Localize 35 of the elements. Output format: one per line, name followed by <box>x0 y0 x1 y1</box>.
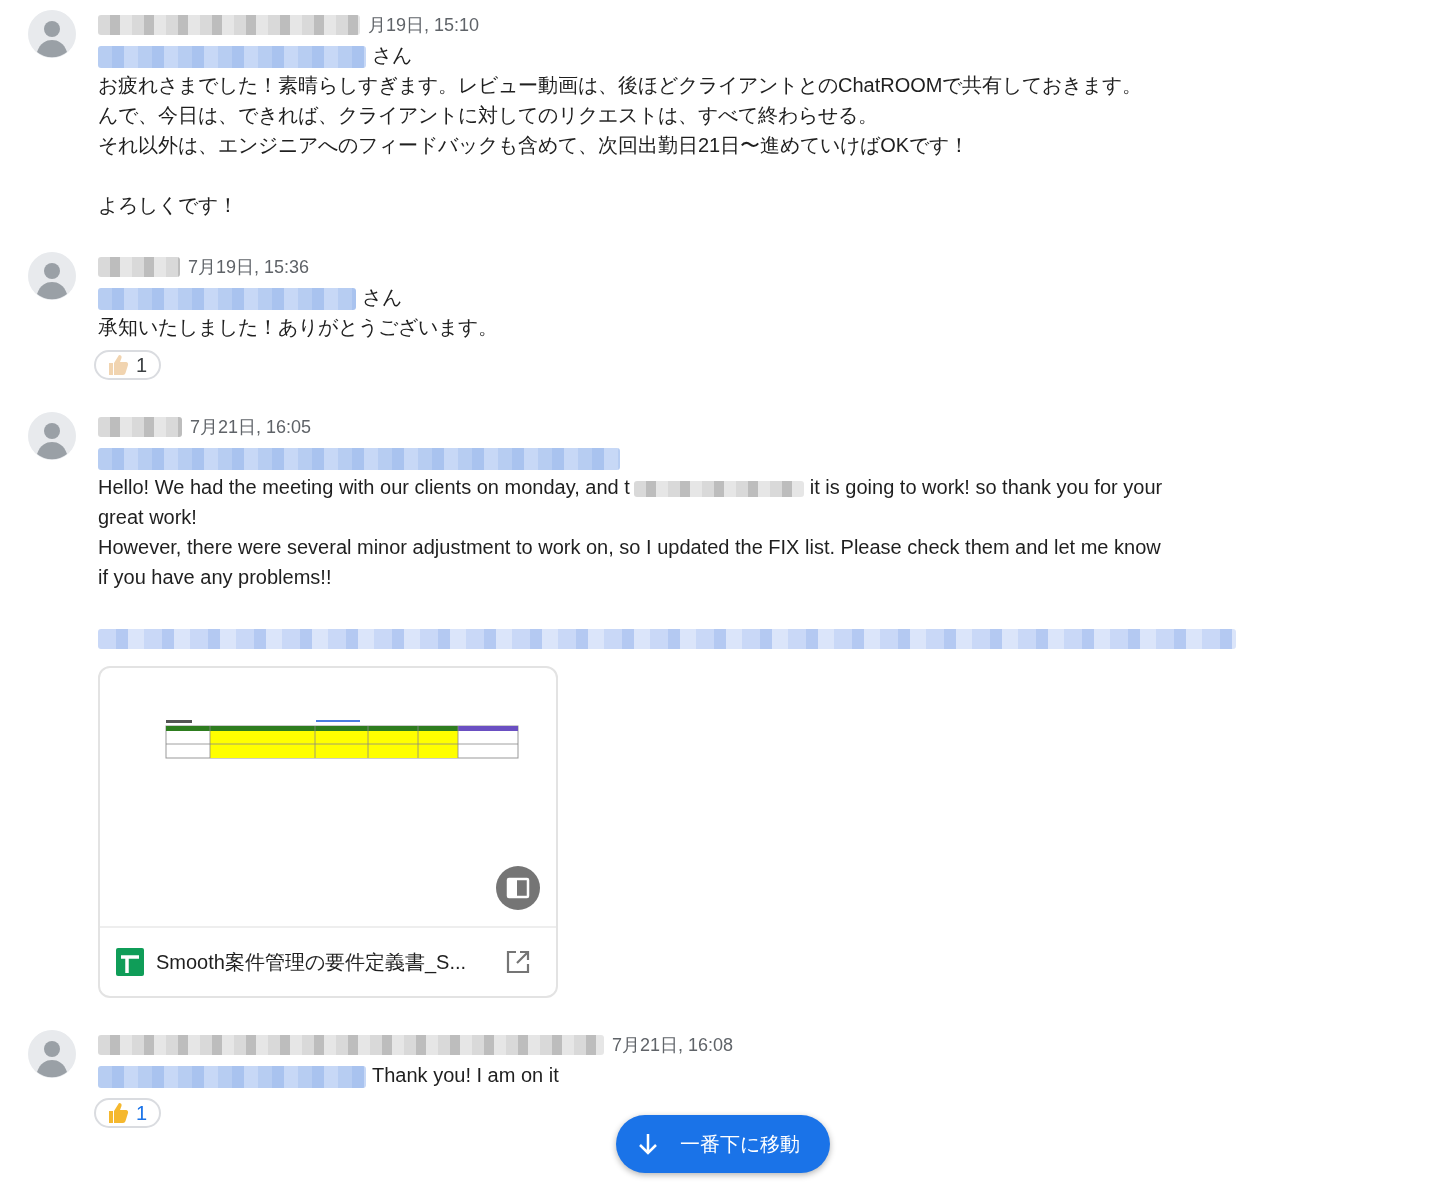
spreadsheet-icon <box>116 948 144 976</box>
reaction-chip[interactable]: 1 <box>94 1098 162 1128</box>
message-text: Thank you! I am on it <box>372 1064 559 1086</box>
message-text: it is going to work! so thank you for your <box>809 476 1163 498</box>
side-panel-icon[interactable] <box>496 866 540 910</box>
file-title: Smooth案件管理の要件定義書_S... <box>156 949 468 976</box>
message-text: お疲れさまでした！素晴らしすぎます。レビュー動画は、後ほどクライアントとのChatROOMで共有しておきます。 <box>98 74 1143 96</box>
timestamp: 7月19日, 15:36 <box>188 256 310 279</box>
message-text: それ以外は、エンジニアへのフィードバックも含めて、次回出勤日21日〜進めていけばOKです！ <box>98 134 970 156</box>
redacted-mention[interactable] <box>98 1065 366 1088</box>
message-text: However, there were several minor adjustment to work on, so I updated the FIX list. Please check them and let me know <box>98 536 1161 558</box>
timestamp: 7月21日, 16:08 <box>612 1034 734 1057</box>
redacted-link[interactable] <box>98 628 1236 649</box>
attachment-card[interactable]: Smooth案件管理の要件定義書_S... <box>98 666 558 998</box>
avatar <box>28 412 76 460</box>
down-arrow-icon <box>638 1133 658 1155</box>
message-text: if you have any problems!! <box>98 566 332 588</box>
avatar <box>28 10 76 58</box>
reaction-chip[interactable]: 1 <box>94 350 162 380</box>
message-text: 承知いたしました！ありがとうございます。 <box>98 316 498 338</box>
message-text: さん <box>362 286 402 308</box>
message-text: Hello! We had the meeting with our clients on monday, and t <box>98 476 630 498</box>
message-text: great work! <box>98 506 197 528</box>
message-text: よろしくです！ <box>98 194 238 216</box>
redacted-mention[interactable] <box>98 287 356 310</box>
redacted-mention[interactable] <box>98 447 620 470</box>
avatar <box>28 252 76 300</box>
redacted-mention[interactable] <box>98 45 366 68</box>
timestamp: 月19日, 15:10 <box>368 14 480 37</box>
avatar <box>28 1030 76 1078</box>
message-text: さん <box>372 44 412 66</box>
open-external-icon[interactable] <box>506 950 530 974</box>
jump-to-bottom-button[interactable]: 一番下に移動 <box>616 1115 830 1173</box>
timestamp: 7月21日, 16:05 <box>190 416 312 439</box>
message-text: んで、今日は、できれば、クライアントに対してのリクエストは、すべて終わらせる。 <box>98 104 878 126</box>
